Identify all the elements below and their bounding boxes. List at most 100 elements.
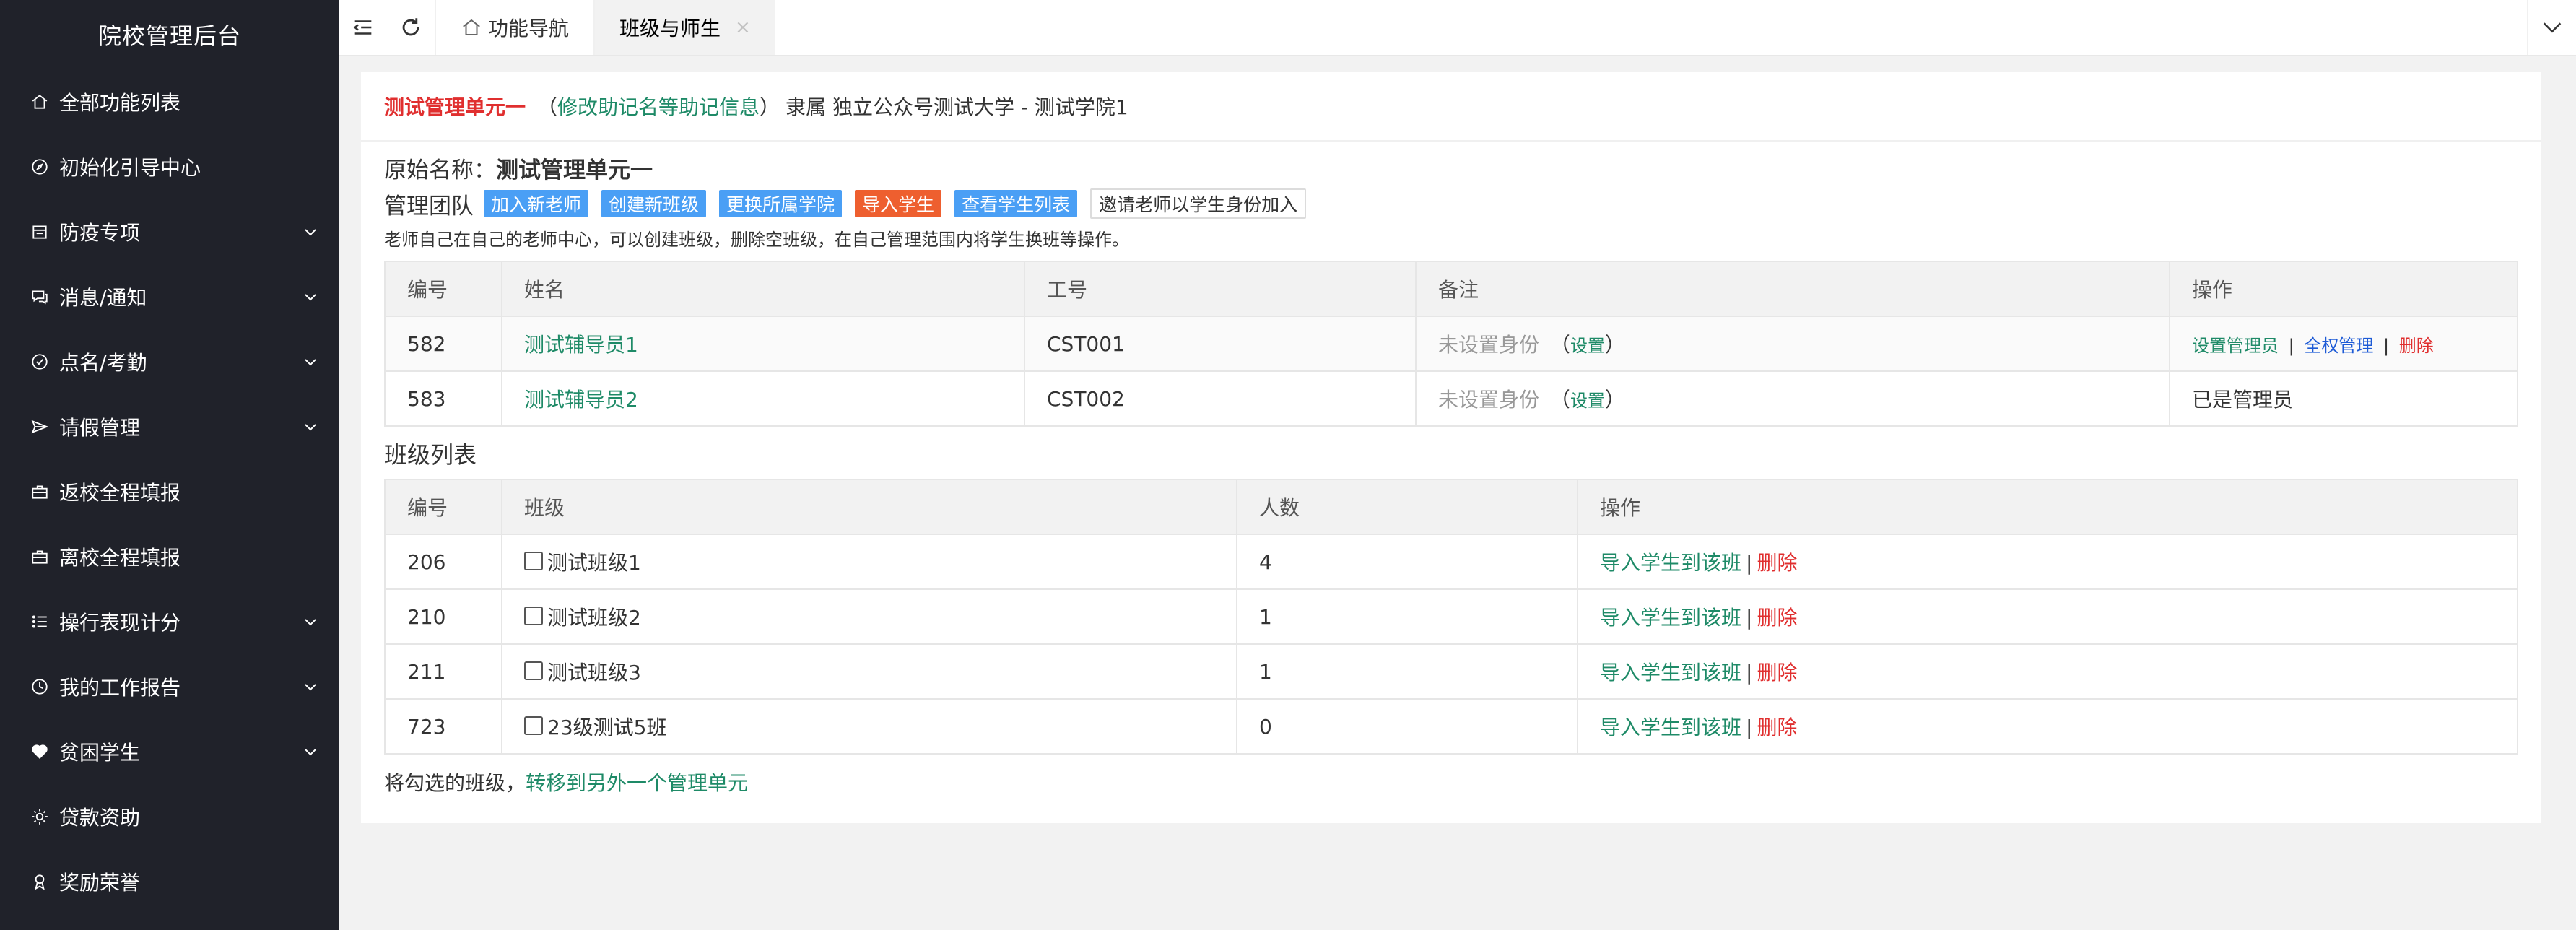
class-name: 测试班级2 [547,606,641,630]
sidebar-item[interactable]: 返校全程填报 [0,459,339,524]
management-team-row: 管理团队 加入新老师 创建新班级 更换所属学院 导入学生 查看学生列表 邀请老师… [384,186,2518,221]
import-to-class-link[interactable]: 导入学生到该班 [1600,551,1741,575]
card-body: 原始名称：测试管理单元一 管理团队 加入新老师 创建新班级 更换所属学院 导入学… [384,155,2518,796]
sidebar-item[interactable]: 防疫专项 [0,199,339,264]
class-checkbox[interactable] [524,716,543,735]
class-ops-cell: 导入学生到该班 | 删除 [1577,534,2518,590]
teacher-name-link[interactable]: 测试辅导员2 [524,388,638,412]
tab-label: 班级与师生 [619,17,721,40]
table-header-row: 编号 班级 人数 操作 [384,479,2518,535]
separator: | [1746,661,1753,685]
sidebar-item-label: 贫困学生 [59,741,141,765]
teacher-remark-cell: 未设置身份 （设置） [1415,316,2170,372]
chevron-down-icon [305,294,316,301]
calendar-icon [29,221,51,243]
separator: | [2383,335,2390,356]
sidebar-item[interactable]: 请假管理 [0,394,339,459]
delete-class-link[interactable]: 删除 [1757,551,1797,575]
separator: | [2288,335,2294,356]
close-tab-icon[interactable]: × [735,17,751,38]
class-name: 测试班级3 [547,661,641,685]
chevron-down-icon [305,619,316,626]
change-college-button[interactable]: 更换所属学院 [719,190,843,217]
class-name-cell: 测试班级1 [501,534,1237,590]
sidebar-item[interactable]: 离校全程填报 [0,524,339,589]
sidebar-item[interactable]: 我的工作报告 [0,654,339,719]
import-to-class-link[interactable]: 导入学生到该班 [1600,661,1741,685]
chevron-down-icon [305,359,316,366]
view-students-button[interactable]: 查看学生列表 [954,190,1078,217]
set-admin-link[interactable]: 设置管理员 [2192,336,2279,356]
class-list-title: 班级列表 [384,441,477,469]
set-identity-link[interactable]: 设置 [1570,391,1605,411]
tabs-dropdown-button[interactable] [2527,0,2576,55]
collapse-sidebar-button[interactable] [339,0,387,55]
teacher-name-link[interactable]: 测试辅导员1 [524,333,638,357]
import-to-class-link[interactable]: 导入学生到该班 [1600,606,1741,630]
edit-mnemonic-link[interactable]: 修改助记名等助记信息 [557,92,760,121]
paren-close: ） [1604,388,1625,412]
paren-close: ） [760,95,780,119]
class-id: 210 [384,588,502,645]
teacher-ops-text: 已是管理员 [2169,370,2518,427]
invite-teacher-button[interactable]: 邀请老师以学生身份加入 [1090,188,1307,219]
original-name-value: 测试管理单元一 [496,157,653,183]
class-count: 1 [1236,643,1578,700]
clock-icon [29,676,51,698]
teacher-code: CST002 [1024,370,1417,427]
create-class-button[interactable]: 创建新班级 [601,190,707,217]
class-ops-cell: 导入学生到该班 | 删除 [1577,588,2518,645]
sidebar-item-label: 返校全程填报 [59,481,181,505]
team-description: 老师自己在自己的老师中心，可以创建班级，删除空班级，在自己管理范围内将学生换班等… [384,230,1129,250]
check-circle-icon [29,351,51,373]
sidebar-item[interactable]: 贷款资助 [0,784,339,849]
import-to-class-link[interactable]: 导入学生到该班 [1600,716,1741,739]
class-checkbox[interactable] [524,552,543,570]
sidebar-item-label: 全部功能列表 [59,91,181,115]
col-header: 操作 [2169,261,2518,317]
sidebar-item[interactable]: 消息/通知 [0,264,339,329]
delete-class-link[interactable]: 删除 [1757,716,1797,739]
class-name-cell: 23级测试5班 [501,698,1237,755]
class-checkbox[interactable] [524,607,543,625]
class-id: 723 [384,698,502,755]
unit-header: 测试管理单元一 （ 修改助记名等助记信息 ） 隶属 独立公众号测试大学 - 测试… [361,72,2541,142]
delete-class-link[interactable]: 删除 [1757,606,1797,630]
chevron-down-icon [305,684,316,691]
separator: | [1746,716,1753,739]
sidebar-item[interactable]: 奖励荣誉 [0,849,339,914]
full-manage-link[interactable]: 全权管理 [2304,336,2373,356]
award-icon [29,871,51,892]
class-ops-cell: 导入学生到该班 | 删除 [1577,643,2518,700]
sidebar-item[interactable]: 操行表现计分 [0,589,339,654]
class-ops-cell: 导入学生到该班 | 删除 [1577,698,2518,755]
tab-function-nav[interactable]: 功能导航 [435,0,593,55]
teacher-id: 583 [384,370,502,427]
sidebar-item[interactable]: 全部功能列表 [0,69,339,134]
refresh-button[interactable] [387,0,435,55]
sidebar-item[interactable]: 点名/考勤 [0,329,339,394]
col-header: 操作 [1577,479,2518,535]
col-header: 编号 [384,479,502,535]
transfer-unit-link[interactable]: 转移到另外一个管理单元 [526,771,748,795]
col-header: 班级 [501,479,1237,535]
import-students-button[interactable]: 导入学生 [855,190,942,217]
tab-classes-teachers[interactable]: 班级与师生 × [593,0,775,55]
briefcase-icon [29,481,51,503]
team-label: 管理团队 [384,193,474,220]
set-identity-link[interactable]: 设置 [1570,336,1605,356]
home-icon [463,19,480,35]
delete-teacher-link[interactable]: 删除 [2399,336,2434,356]
chevron-down-icon [305,424,316,431]
class-table: 编号 班级 人数 操作 206 测试班级1 4 导入学生到该班 | 删除 210 测试班级2 1… [384,479,2518,755]
sidebar-nav: 全部功能列表初始化引导中心 防疫专项 消息/通知 点名/考勤 请假管理返校全程填报离校全… [0,69,339,914]
class-checkbox[interactable] [524,661,543,680]
table-row: 211 测试班级3 1 导入学生到该班 | 删除 [384,643,2518,700]
class-count: 0 [1236,698,1578,755]
delete-class-link[interactable]: 删除 [1757,661,1797,685]
sidebar-item[interactable]: 贫困学生 [0,719,339,784]
sidebar-item[interactable]: 初始化引导中心 [0,134,339,199]
add-teacher-button[interactable]: 加入新老师 [484,190,589,217]
table-header-row: 编号 姓名 工号 备注 操作 [384,261,2518,317]
chevron-down-icon [305,229,316,236]
